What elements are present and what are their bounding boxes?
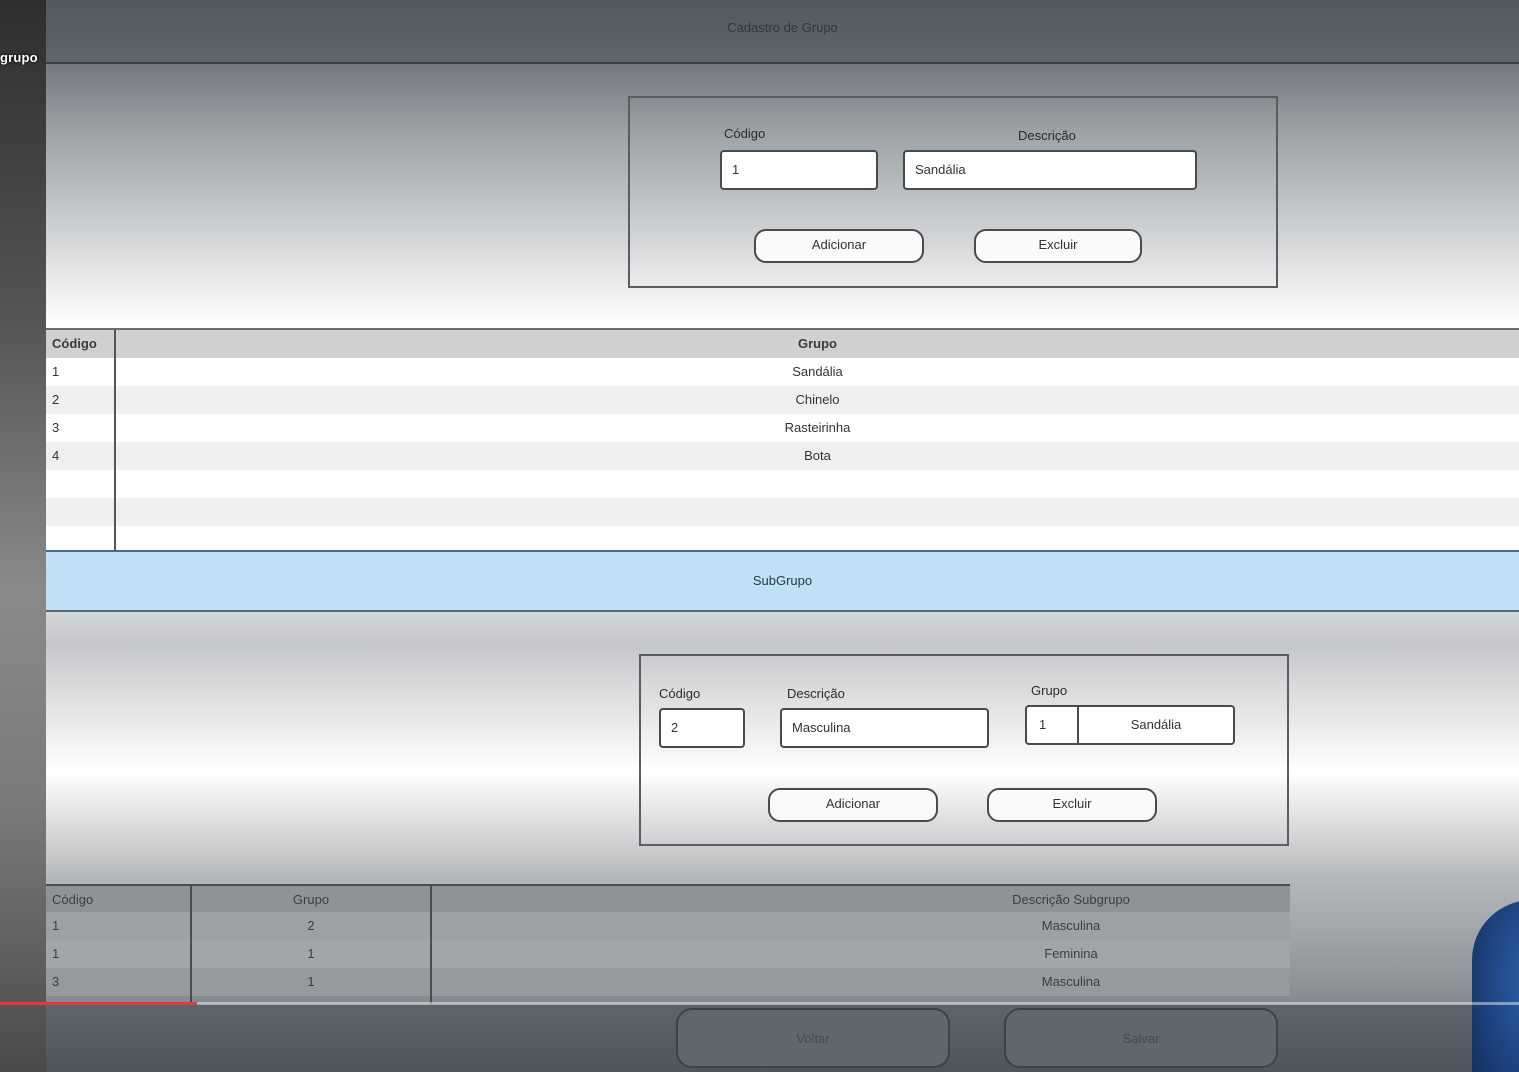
cell-grupo: Sandália — [792, 364, 843, 379]
cell-codigo: 1 — [52, 946, 60, 961]
empty-row — [46, 470, 1519, 498]
table-row[interactable]: 3 Rasteirinha — [46, 414, 1519, 442]
table-row[interactable]: 1 1 Feminina — [46, 940, 1290, 968]
table-row[interactable]: 1 2 Masculina — [46, 912, 1290, 940]
empty-row — [46, 498, 1519, 526]
group-codigo-field[interactable]: 1 — [720, 150, 878, 190]
column-divider — [430, 884, 432, 1004]
subgroup-grupo-label: Grupo — [1031, 683, 1068, 698]
video-title: grupo — [0, 50, 38, 65]
header-codigo: Código — [52, 892, 94, 907]
video-progress-track[interactable] — [0, 1002, 1519, 1005]
subgroup-descricao-label: Descrição — [787, 686, 845, 701]
header-descricao: Descrição Subgrupo — [1012, 892, 1130, 907]
back-button[interactable]: Voltar — [676, 1008, 950, 1068]
save-button[interactable]: Salvar — [1004, 1008, 1278, 1068]
cell-grupo: 1 — [307, 946, 315, 961]
group-table-header: Código Grupo — [46, 330, 1519, 358]
cell-codigo: 4 — [52, 448, 60, 463]
left-border — [0, 0, 48, 1072]
cell-codigo: 1 — [52, 918, 60, 933]
cell-grupo: 1 — [307, 974, 315, 989]
grupo-code: 1 — [1039, 717, 1047, 732]
group-form-panel — [628, 96, 1278, 288]
cell-descricao: Masculina — [1041, 918, 1101, 933]
cell-descricao: Masculina — [1041, 974, 1101, 989]
header-grupo: Grupo — [292, 892, 330, 907]
cell-grupo: Chinelo — [795, 392, 840, 407]
subgroup-table: Código Grupo Descrição Subgrupo 1 2 Masc… — [46, 884, 1290, 1004]
group-table: Código Grupo 1 Sandália 2 Chinelo 3 Rast… — [46, 328, 1519, 554]
cell-codigo: 3 — [52, 420, 60, 435]
group-delete-button[interactable]: Excluir — [974, 229, 1142, 263]
header-grupo: Grupo — [798, 336, 837, 351]
column-divider — [190, 884, 192, 1004]
subgroup-add-button[interactable]: Adicionar — [768, 788, 938, 822]
subgroup-delete-button[interactable]: Excluir — [987, 788, 1157, 822]
subgroup-codigo-label: Código — [659, 686, 701, 701]
subgroup-grupo-select[interactable]: 1 Sandália — [1025, 705, 1235, 745]
window-titlebar: Cadastro de Grupo — [46, 0, 1519, 64]
subgroup-title: SubGrupo — [752, 573, 813, 588]
cell-grupo: Bota — [804, 448, 831, 463]
grupo-name: Sandália — [1130, 717, 1182, 732]
window-title: Cadastro de Grupo — [727, 20, 838, 35]
video-progress-fill — [0, 1002, 198, 1005]
cell-grupo: Rasteirinha — [784, 420, 851, 435]
cell-descricao: Feminina — [1044, 946, 1098, 961]
table-row[interactable]: 2 Chinelo — [46, 386, 1519, 414]
cell-codigo: 2 — [52, 392, 60, 407]
cell-codigo: 1 — [52, 364, 60, 379]
subgroup-section-bar: SubGrupo — [46, 550, 1519, 612]
table-row[interactable]: 4 Bota — [46, 442, 1519, 470]
group-descricao-field[interactable]: Sandália — [903, 150, 1197, 190]
table-row[interactable]: 3 1 Masculina — [46, 968, 1290, 996]
header-codigo: Código — [52, 336, 97, 351]
subgroup-descricao-field[interactable]: Masculina — [780, 708, 989, 748]
group-descricao-label: Descrição — [1018, 128, 1076, 143]
subgroup-form-panel — [639, 654, 1289, 846]
group-add-button[interactable]: Adicionar — [754, 229, 924, 263]
subgroup-codigo-field[interactable]: 2 — [659, 708, 745, 748]
table-row[interactable]: 1 Sandália — [46, 358, 1519, 386]
cell-grupo: 2 — [307, 918, 315, 933]
group-codigo-label: Código — [724, 126, 766, 141]
column-divider — [114, 330, 116, 552]
subgroup-table-header: Código Grupo Descrição Subgrupo — [46, 884, 1290, 914]
video-frame: grupo Cadastro de Grupo Código Descrição… — [0, 0, 1519, 1072]
cell-codigo: 3 — [52, 974, 60, 989]
